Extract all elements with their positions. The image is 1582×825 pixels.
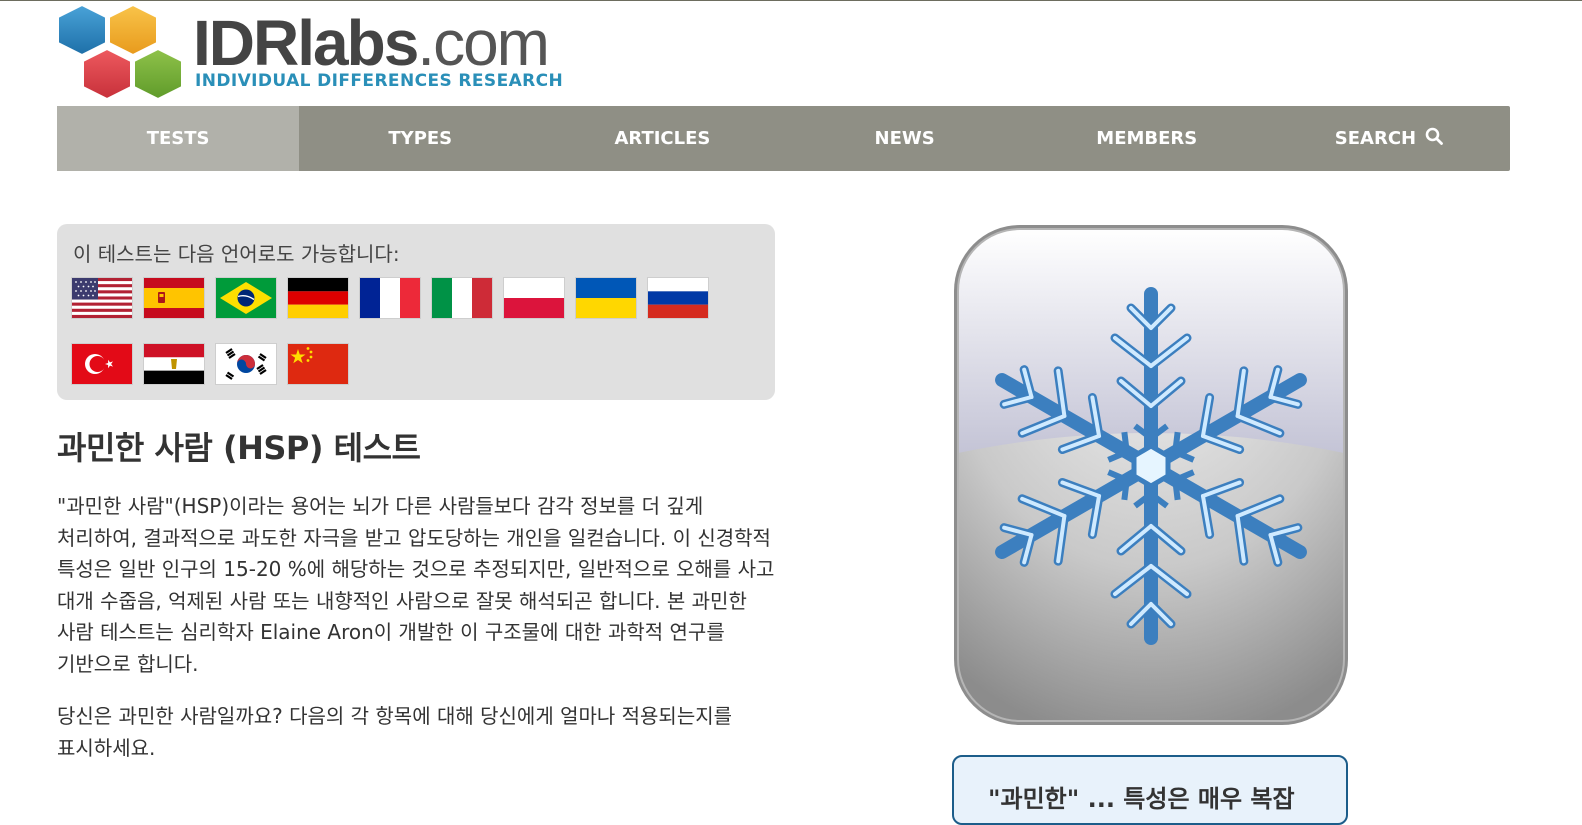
info-box: "과민한" ... 특성은 매우 복잡: [952, 755, 1348, 825]
nav-types-label: TYPES: [388, 128, 453, 149]
flag-spain-icon[interactable]: [144, 278, 204, 318]
flag-united-states-icon[interactable]: [72, 278, 132, 318]
site-logo[interactable]: IDRlabs.com INDIVIDUAL DIFFERENCES RESEA…: [56, 3, 576, 107]
intro-paragraph: "과민한 사람"(HSP)이라는 용어는 뇌가 다른 사람들보다 감각 정보를 …: [57, 494, 775, 676]
instruction-paragraph: 당신은 과민한 사람일까요? 다음의 각 항목에 대해 당신에게 얼마나 적용되…: [57, 704, 733, 760]
nav-types[interactable]: TYPES: [299, 106, 541, 171]
main-nav: TESTS TYPES ARTICLES NEWS MEMBERS SEARCH: [57, 106, 1510, 171]
flag-brazil-icon[interactable]: [216, 278, 276, 318]
flag-poland-icon[interactable]: [504, 278, 564, 318]
hexagon-cluster-logo: [57, 3, 183, 101]
nav-news[interactable]: NEWS: [784, 106, 1026, 171]
nav-search[interactable]: SEARCH: [1268, 106, 1510, 171]
search-icon: [1425, 127, 1444, 150]
flag-ukraine-icon[interactable]: [576, 278, 636, 318]
nav-articles[interactable]: ARTICLES: [541, 106, 783, 171]
flag-china-icon[interactable]: [288, 344, 348, 384]
nav-news-label: NEWS: [874, 128, 935, 149]
snowflake-icon: [954, 225, 1348, 725]
test-illustration: [952, 223, 1350, 727]
nav-tests[interactable]: TESTS: [57, 106, 300, 171]
flag-germany-icon[interactable]: [288, 278, 348, 318]
brand-wordmark: IDRlabs.com: [193, 7, 550, 79]
nav-members[interactable]: MEMBERS: [1026, 106, 1268, 171]
flag-turkey-icon[interactable]: [72, 344, 132, 384]
nav-search-label: SEARCH: [1334, 128, 1417, 149]
page-title: 과민한 사람 (HSP) 테스트: [57, 429, 421, 467]
flag-france-icon[interactable]: [360, 278, 420, 318]
flag-south-korea-icon[interactable]: [216, 344, 276, 384]
flag-egypt-icon[interactable]: [144, 344, 204, 384]
flag-italy-icon[interactable]: [432, 278, 492, 318]
flag-russia-icon[interactable]: [648, 278, 708, 318]
language-label: 이 테스트는 다음 언어로도 가능합니다:: [73, 242, 400, 266]
language-selector: 이 테스트는 다음 언어로도 가능합니다:: [57, 224, 775, 400]
nav-articles-label: ARTICLES: [614, 128, 711, 149]
nav-tests-label: TESTS: [146, 128, 210, 149]
brand-tagline: INDIVIDUAL DIFFERENCES RESEARCH: [195, 71, 564, 91]
nav-members-label: MEMBERS: [1096, 128, 1198, 149]
